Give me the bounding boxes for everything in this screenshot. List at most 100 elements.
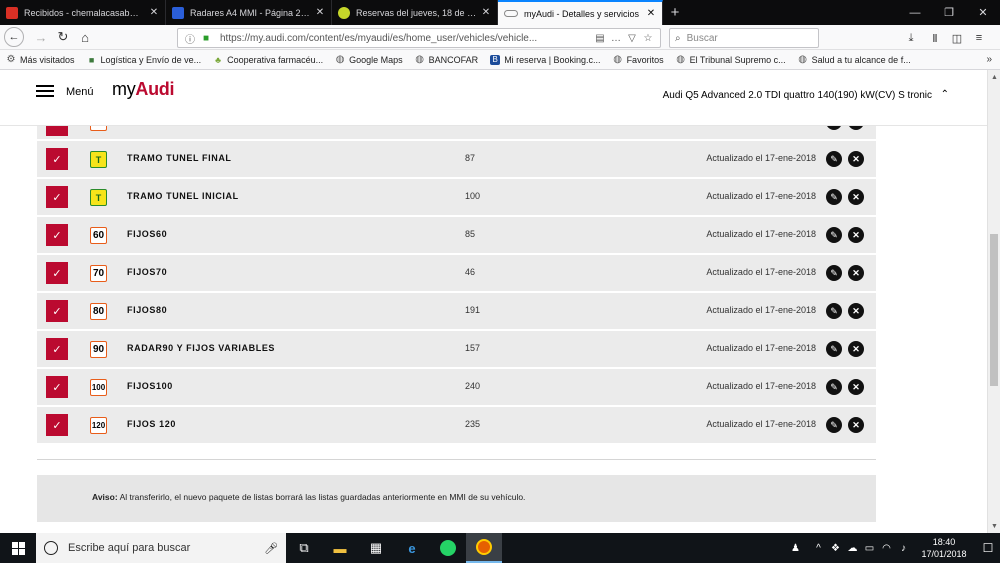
checkbox-checked[interactable]: ✓ <box>46 300 68 322</box>
whatsapp-icon[interactable] <box>430 533 466 563</box>
windows-start-button[interactable] <box>0 533 36 563</box>
library-icon[interactable]: Ⅱ <box>924 28 946 48</box>
bookmark-item[interactable]: ◍ El Tribunal Supremo c... <box>676 54 785 65</box>
close-window-button[interactable]: ✕ <box>966 0 1000 25</box>
close-icon[interactable]: ✕ <box>848 303 864 319</box>
bookmark-label: Más visitados <box>20 54 75 65</box>
onedrive-icon[interactable]: ☁ <box>844 543 861 554</box>
close-tab-icon[interactable]: ✕ <box>481 7 491 18</box>
tab-title: myAudi - Detalles y servicios <box>524 8 640 19</box>
bookmark-item[interactable]: ⚙ Más visitados <box>6 54 75 65</box>
bookmark-star-icon[interactable]: ☆ <box>640 33 656 44</box>
bookmark-item[interactable]: ◍ BANCOFAR <box>415 54 478 65</box>
radar-count: 87 <box>465 153 476 163</box>
checkbox-checked[interactable]: ✓ <box>46 414 68 436</box>
pocket-icon[interactable]: ▽ <box>624 33 640 44</box>
dropbox-icon[interactable]: ❖ <box>827 543 844 554</box>
browser-tab[interactable]: Recibidos - chemalacasab@gm ✕ <box>0 0 166 25</box>
pencil-icon[interactable]: ✎ <box>826 303 842 319</box>
notifications-icon[interactable]: ☐ <box>976 541 1000 555</box>
close-tab-icon[interactable]: ✕ <box>149 7 159 18</box>
checkbox-checked[interactable]: ✓ <box>46 376 68 398</box>
pencil-icon[interactable]: ✎ <box>826 227 842 243</box>
calculator-icon[interactable]: ▦ <box>358 533 394 563</box>
home-icon[interactable]: ⌂ <box>74 26 96 48</box>
reader-view-icon[interactable]: ▤ <box>592 33 608 44</box>
close-icon[interactable]: ✕ <box>848 189 864 205</box>
firefox-icon[interactable] <box>466 533 502 563</box>
speed-limit-sign-icon: 120 <box>90 417 107 434</box>
task-view-icon[interactable]: ⧉ <box>286 533 322 563</box>
pencil-icon[interactable]: ✎ <box>826 417 842 433</box>
edge-icon[interactable]: e <box>394 533 430 563</box>
bookmark-item[interactable]: ◍ Favoritos <box>613 54 663 65</box>
scroll-up-arrow-icon[interactable]: ▲ <box>988 70 1000 84</box>
new-tab-button[interactable]: + <box>663 0 687 25</box>
bookmark-item[interactable]: B Mi reserva | Booking.c... <box>490 54 601 65</box>
checkbox-checked[interactable]: ✓ <box>46 224 68 246</box>
radar-count: 100 <box>465 191 481 201</box>
url-bar[interactable]: ⓘ ■ https://my.audi.com/content/es/myaud… <box>177 28 661 48</box>
hamburger-menu-icon[interactable] <box>36 85 54 97</box>
maximize-window-button[interactable]: ❐ <box>932 0 966 25</box>
reload-icon[interactable]: ↻ <box>52 26 74 48</box>
bookmarks-overflow-icon[interactable]: » <box>986 54 992 65</box>
checkbox-checked[interactable]: ✓ <box>46 148 68 170</box>
scroll-down-arrow-icon[interactable]: ▼ <box>988 519 1000 533</box>
pencil-icon[interactable]: ✎ <box>826 265 842 281</box>
checkbox-checked[interactable]: ✓ <box>46 186 68 208</box>
close-icon[interactable]: ✕ <box>848 151 864 167</box>
browser-tab-active[interactable]: myAudi - Detalles y servicios ✕ <box>498 0 663 25</box>
taskbar-search[interactable]: Escribe aquí para buscar 🎤︎ <box>36 533 286 563</box>
close-tab-icon[interactable]: ✕ <box>646 8 656 19</box>
close-icon[interactable]: ✕ <box>848 341 864 357</box>
globe-icon: ◍ <box>613 54 622 65</box>
page-scrollbar[interactable]: ▲ ▼ <box>987 70 1000 533</box>
browser-tab[interactable]: Radares A4 MMI - Página 22 - l ✕ <box>166 0 332 25</box>
chevron-up-icon[interactable]: ^ <box>810 543 827 554</box>
downloads-icon[interactable]: ⤓ <box>900 28 922 48</box>
scrollbar-thumb[interactable] <box>990 234 998 386</box>
back-arrow-icon[interactable]: ← <box>4 27 24 47</box>
pencil-icon[interactable]: ✎ <box>826 379 842 395</box>
pencil-icon[interactable]: ✎ <box>826 189 842 205</box>
close-icon[interactable]: ✕ <box>848 417 864 433</box>
url-text[interactable]: https://my.audi.com/content/es/myaudi/es… <box>220 33 592 44</box>
taskbar-clock[interactable]: 18:40 17/01/2018 <box>916 536 972 560</box>
bookmark-item[interactable]: ♣ Cooperativa farmacéu... <box>213 55 323 65</box>
volume-icon[interactable]: ♪ <box>895 543 912 554</box>
menu-label[interactable]: Menú <box>66 86 94 98</box>
tab-title: Reservas del jueves, 18 de ener <box>356 7 477 18</box>
checkbox-checked[interactable]: ✓ <box>46 338 68 360</box>
close-icon[interactable]: ✕ <box>848 227 864 243</box>
hamburger-menu-icon[interactable]: ≡ <box>968 28 990 48</box>
checkbox-checked[interactable]: ✓ <box>46 262 68 284</box>
search-box[interactable]: ⌕ Buscar <box>669 28 819 48</box>
sidebar-icon[interactable]: ◫ <box>946 28 968 48</box>
microphone-icon[interactable]: 🎤︎ <box>264 542 278 555</box>
list-item: ✓ 120 FIJOS 120 235 Actualizado el 17-en… <box>37 407 876 443</box>
close-icon[interactable]: ✕ <box>848 265 864 281</box>
minimize-window-button[interactable]: — <box>898 0 932 25</box>
forward-arrow-icon[interactable]: → <box>30 26 52 48</box>
close-icon[interactable]: ✕ <box>848 379 864 395</box>
close-tab-icon[interactable]: ✕ <box>315 7 325 18</box>
people-icon[interactable]: ♟ <box>787 543 804 554</box>
vehicle-selector[interactable]: Audi Q5 Advanced 2.0 TDI quattro 140(190… <box>663 90 932 101</box>
page-actions-icon[interactable]: … <box>608 33 624 44</box>
chevron-up-icon[interactable]: ⌃ <box>941 89 949 100</box>
bookmark-item[interactable]: ◍ Salud a tu alcance de f... <box>798 54 910 65</box>
file-explorer-icon[interactable]: ▬ <box>322 533 358 563</box>
bookmark-item[interactable]: ◍ Google Maps <box>335 54 403 65</box>
lock-icon[interactable]: ■ <box>198 33 214 44</box>
wifi-icon[interactable]: ◠ <box>878 543 895 554</box>
tunnel-sign-icon: T <box>90 189 107 206</box>
battery-icon[interactable]: ▭ <box>861 543 878 554</box>
myaudi-logo[interactable]: myAudi <box>112 79 175 100</box>
info-icon[interactable]: ⓘ <box>182 31 198 46</box>
bookmark-item[interactable]: ■ Logística y Envío de ve... <box>87 55 201 65</box>
bookmark-label: Cooperativa farmacéu... <box>227 54 324 65</box>
browser-tab[interactable]: Reservas del jueves, 18 de ener ✕ <box>332 0 498 25</box>
pencil-icon[interactable]: ✎ <box>826 151 842 167</box>
pencil-icon[interactable]: ✎ <box>826 341 842 357</box>
